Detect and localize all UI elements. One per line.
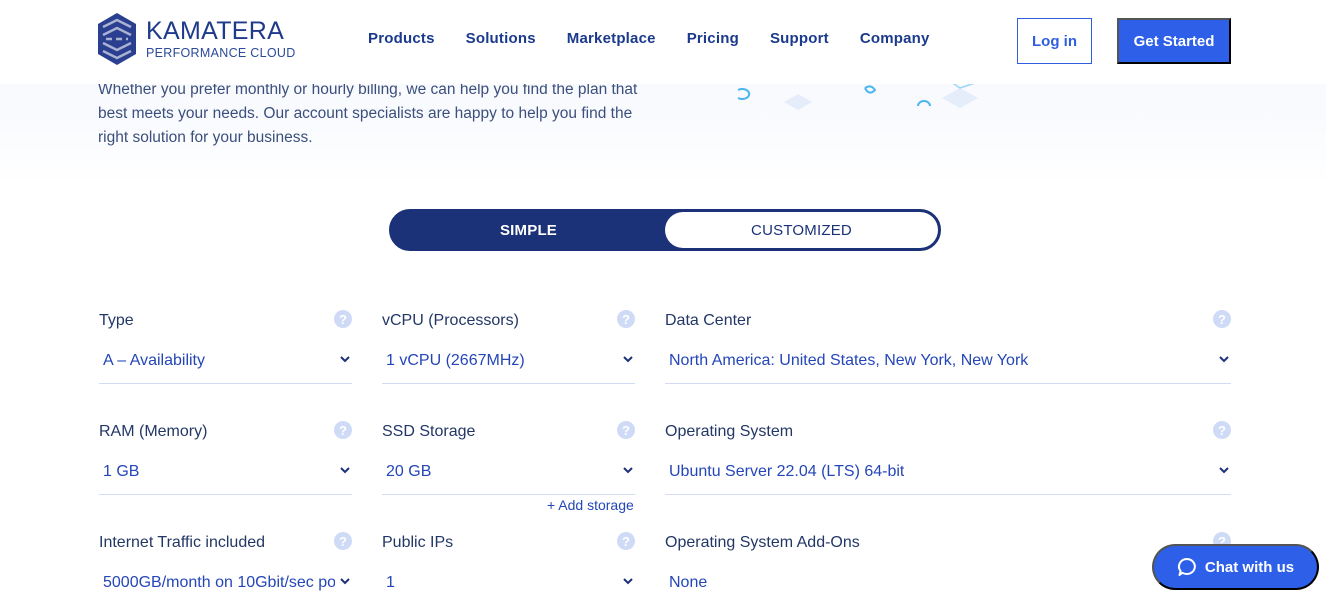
selected-value: 20 GB	[386, 462, 432, 480]
help-icon[interactable]: ?	[334, 310, 352, 328]
chat-bubble-icon	[1177, 558, 1196, 576]
brand-name: KAMATERA	[146, 17, 285, 45]
field-label: Public IPs	[382, 534, 454, 551]
decorative-illustration	[737, 80, 979, 110]
internet-traffic-select[interactable]: 5000GB/month on 10Gbit/sec port	[99, 560, 352, 603]
tab-customized[interactable]: CUSTOMIZED	[665, 212, 938, 248]
chevron-down-icon	[1219, 356, 1229, 363]
ram-select[interactable]: 1 GB	[99, 449, 352, 495]
vcpu-select[interactable]: 1 vCPU (2667MHz)	[382, 338, 635, 384]
plan-mode-toggle: SIMPLE CUSTOMIZED	[389, 209, 941, 251]
main-nav: Products Solutions Marketplace Pricing S…	[368, 30, 961, 47]
operating-system-select[interactable]: Ubuntu Server 22.04 (LTS) 64-bit	[665, 449, 1231, 495]
nav-pricing[interactable]: Pricing	[687, 30, 739, 47]
field-label: Internet Traffic included	[99, 534, 266, 551]
nav-company[interactable]: Company	[860, 30, 930, 47]
help-icon[interactable]: ?	[1213, 310, 1231, 328]
nav-marketplace[interactable]: Marketplace	[567, 30, 656, 47]
site-header: KAMATERA PERFORMANCE CLOUD Products Solu…	[0, 0, 1326, 84]
get-started-button[interactable]: Get Started	[1117, 18, 1231, 64]
hero-description: Whether you prefer monthly or hourly bil…	[98, 81, 638, 146]
public-ips-select[interactable]: 1	[382, 560, 635, 603]
logo-icon	[98, 13, 136, 65]
chevron-down-icon	[1219, 467, 1229, 474]
selected-value: None	[669, 573, 708, 591]
chevron-down-icon	[340, 356, 350, 363]
brand-tagline: PERFORMANCE CLOUD	[146, 46, 296, 60]
login-button[interactable]: Log in	[1017, 18, 1092, 64]
tab-simple[interactable]: SIMPLE	[392, 212, 665, 248]
chat-label: Chat with us	[1204, 558, 1295, 576]
help-icon[interactable]: ?	[334, 421, 352, 439]
data-center-select[interactable]: North America: United States, New York, …	[665, 338, 1231, 384]
selected-value: 5000GB/month on 10Gbit/sec port	[103, 573, 335, 591]
selected-value: North America: United States, New York, …	[669, 351, 1029, 369]
selected-value: A – Availability	[103, 351, 205, 369]
add-storage-link[interactable]: + Add storage	[547, 497, 634, 513]
help-icon[interactable]: ?	[617, 310, 635, 328]
selected-value: Ubuntu Server 22.04 (LTS) 64-bit	[669, 462, 905, 480]
help-icon[interactable]: ?	[617, 532, 635, 550]
field-label: vCPU (Processors)	[382, 312, 519, 329]
chevron-down-icon	[623, 356, 633, 363]
nav-solutions[interactable]: Solutions	[466, 30, 536, 47]
field-label: Operating System Add-Ons	[665, 534, 860, 551]
nav-support[interactable]: Support	[770, 30, 829, 47]
help-icon[interactable]: ?	[1213, 421, 1231, 439]
help-icon[interactable]: ?	[617, 421, 635, 439]
field-label: RAM (Memory)	[99, 423, 208, 440]
chat-with-us-button[interactable]: Chat with us	[1152, 544, 1319, 590]
field-label: Type	[99, 312, 134, 329]
field-label: Operating System	[665, 423, 794, 440]
field-label: SSD Storage	[382, 423, 476, 440]
kamatera-logo[interactable]: KAMATERA PERFORMANCE CLOUD	[98, 13, 296, 65]
chevron-down-icon	[623, 467, 633, 474]
selected-value: 1 GB	[103, 462, 140, 480]
help-icon[interactable]: ?	[334, 532, 352, 550]
selected-value: 1	[386, 573, 395, 591]
chevron-down-icon	[340, 578, 350, 585]
nav-products[interactable]: Products	[368, 30, 435, 47]
type-select[interactable]: A – Availability	[99, 338, 352, 384]
chevron-down-icon	[340, 467, 350, 474]
selected-value: 1 vCPU (2667MHz)	[386, 351, 525, 369]
os-addons-select[interactable]: None	[665, 560, 1231, 603]
chevron-down-icon	[623, 578, 633, 585]
ssd-storage-select[interactable]: 20 GB	[382, 449, 635, 495]
field-label: Data Center	[665, 312, 752, 329]
